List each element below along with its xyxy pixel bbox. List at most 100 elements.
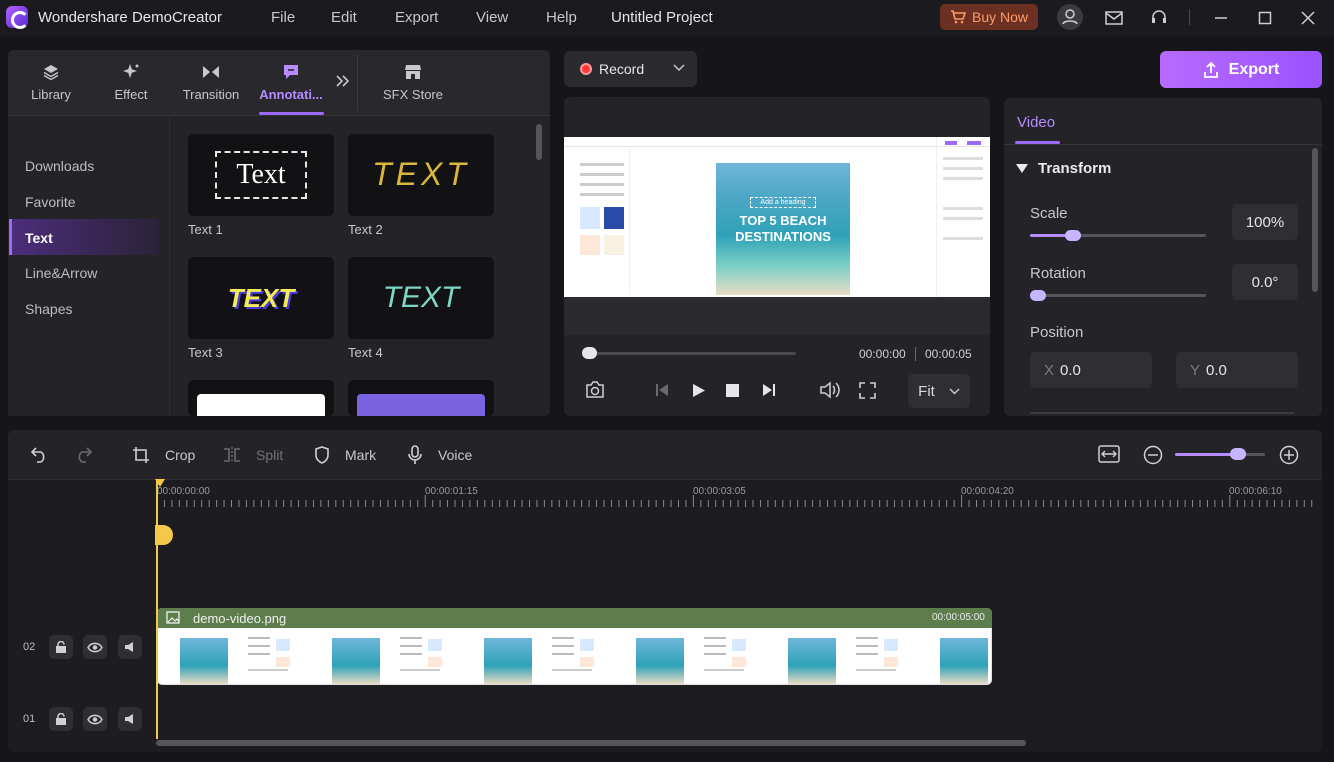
track-01-speaker-icon[interactable] [118, 707, 142, 731]
track-02-lock-icon[interactable] [49, 635, 73, 659]
templates-scrollbar[interactable] [536, 124, 542, 160]
scale-slider-knob[interactable] [1065, 230, 1082, 241]
zoom-slider-track[interactable] [1175, 453, 1265, 456]
menu-edit[interactable]: Edit [331, 9, 357, 26]
playhead[interactable] [156, 481, 158, 739]
playhead-marker-icon [155, 479, 165, 487]
volume-icon[interactable] [819, 381, 841, 399]
clip-frame-thumbnail [158, 629, 234, 684]
tab-video[interactable]: Video [1017, 114, 1055, 131]
layers-icon [41, 63, 61, 81]
close-icon[interactable] [1296, 6, 1320, 30]
position-x-label: X [1044, 362, 1055, 379]
ruler-label-0: 00:00:00:00 [157, 486, 210, 497]
props-divider [1004, 144, 1322, 145]
zoom-slider-knob[interactable] [1230, 448, 1246, 460]
properties-scrollbar[interactable] [1312, 148, 1318, 292]
position-y-field[interactable]: Y 0.0 [1176, 352, 1298, 388]
zoom-in-icon[interactable] [1279, 445, 1299, 465]
position-x-field[interactable]: X 0.0 [1030, 352, 1152, 388]
zoom-out-icon[interactable] [1143, 445, 1163, 465]
headset-icon[interactable] [1147, 6, 1171, 30]
ruler-label-4: 00:00:06:10 [1229, 486, 1282, 497]
text-template-1[interactable]: Text [188, 134, 334, 216]
more-tabs-icon[interactable] [335, 74, 351, 88]
annotation-icon [281, 63, 301, 81]
chevron-down-icon[interactable] [673, 64, 685, 72]
tab-effect-label: Effect [114, 87, 148, 102]
tab-sfx-store[interactable]: SFX Store [373, 60, 453, 110]
menu-help[interactable]: Help [546, 9, 577, 26]
tab-library[interactable]: Library [11, 60, 91, 110]
clip-frame-thumbnail [462, 629, 538, 684]
sidebar-item-text[interactable]: Text [25, 230, 53, 246]
canvas-title-line1: TOP 5 BEACH [739, 213, 827, 228]
tab-transition[interactable]: Transition [171, 60, 251, 110]
fit-dropdown[interactable]: Fit [908, 374, 970, 408]
menu-export[interactable]: Export [395, 9, 438, 26]
buy-now-label: Buy Now [971, 9, 1029, 25]
mark-button[interactable]: Mark [345, 447, 376, 463]
redo-icon[interactable] [74, 446, 92, 463]
menu-view[interactable]: View [476, 9, 508, 26]
maximize-icon[interactable] [1253, 6, 1277, 30]
shield-icon[interactable] [314, 446, 330, 464]
play-icon[interactable] [692, 383, 706, 398]
text-template-3[interactable]: TEXT [188, 257, 334, 339]
timeline-scrollbar[interactable] [156, 740, 1026, 746]
collapse-triangle-icon[interactable] [1016, 164, 1028, 173]
sidebar-item-line-arrow[interactable]: Line&Arrow [25, 265, 97, 281]
canvas-heading-box: Add a heading [750, 197, 816, 208]
screenshot-camera-icon[interactable] [585, 381, 605, 398]
menu-file[interactable]: File [271, 9, 295, 26]
track-01-lock-icon[interactable] [49, 707, 73, 731]
rotation-slider-knob[interactable] [1030, 290, 1046, 301]
tab-effect[interactable]: Effect [91, 60, 171, 110]
undo-icon[interactable] [31, 446, 49, 463]
track-02-speaker-icon[interactable] [118, 635, 142, 659]
rotation-slider-track[interactable] [1030, 294, 1206, 297]
preview-canvas[interactable]: Add a heading TOP 5 BEACH DESTINATIONS [564, 137, 990, 297]
split-icon[interactable] [222, 446, 242, 464]
buy-now-button[interactable]: Buy Now [940, 4, 1038, 30]
clip-frame-thumbnail [310, 629, 386, 684]
position-y-label: Y [1190, 362, 1201, 379]
fit-label: Fit [918, 382, 935, 400]
sidebar-item-shapes[interactable]: Shapes [25, 301, 72, 317]
avatar[interactable] [1057, 4, 1083, 30]
text-template-2[interactable]: TEXT [348, 134, 494, 216]
microphone-icon[interactable] [407, 445, 423, 465]
split-button[interactable]: Split [256, 447, 283, 463]
preview-progress-track[interactable] [586, 352, 796, 355]
position-label: Position [1030, 324, 1084, 341]
template-label-1: Text 1 [188, 222, 223, 237]
track-02-eye-icon[interactable] [83, 635, 107, 659]
next-frame-icon[interactable] [760, 383, 776, 397]
rotation-value[interactable]: 0.0° [1232, 264, 1298, 300]
voice-button[interactable]: Voice [438, 447, 472, 463]
fullscreen-icon[interactable] [859, 382, 876, 399]
text-template-4[interactable]: TEXT [348, 257, 494, 339]
scale-value[interactable]: 100% [1232, 204, 1298, 240]
sidebar-item-favorite[interactable]: Favorite [25, 194, 76, 210]
tab-annotation[interactable]: Annotati... [251, 60, 331, 110]
sidebar-item-downloads[interactable]: Downloads [25, 158, 94, 174]
crop-icon[interactable] [132, 446, 150, 464]
export-button[interactable]: Export [1160, 51, 1322, 88]
text-template-5[interactable] [188, 380, 334, 416]
transition-icon [201, 63, 221, 81]
track-01-eye-icon[interactable] [83, 707, 107, 731]
fit-timeline-icon[interactable] [1098, 445, 1120, 463]
tab-transition-label: Transition [182, 87, 240, 102]
minimize-icon[interactable] [1209, 6, 1233, 30]
ruler-label-1: 00:00:01:15 [425, 486, 478, 497]
preview-progress-knob[interactable] [582, 347, 597, 359]
text-template-6[interactable] [348, 380, 494, 416]
crop-button[interactable]: Crop [165, 447, 195, 463]
tab-divider [357, 55, 358, 111]
export-label: Export [1228, 60, 1280, 78]
mail-icon[interactable] [1102, 6, 1126, 30]
clip-frame-thumbnail [234, 629, 310, 684]
previous-frame-icon[interactable] [655, 383, 671, 397]
stop-icon[interactable] [726, 384, 739, 397]
